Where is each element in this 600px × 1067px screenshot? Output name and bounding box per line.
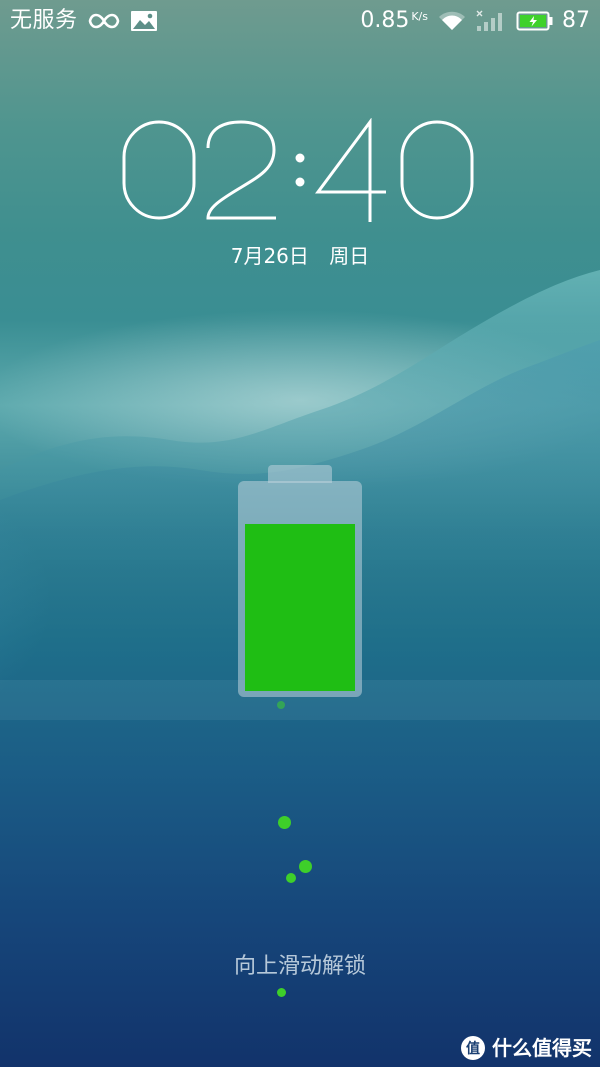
smzdm-logo-icon: 值 (460, 1035, 486, 1061)
wifi-icon (438, 10, 466, 32)
status-bar-left: 无服务 (10, 6, 158, 36)
battery-percent: 87 (562, 8, 590, 33)
image-icon (130, 10, 158, 32)
weekday-label: 周日 (329, 244, 370, 268)
network-speed-unit: K/s (411, 10, 428, 23)
date-label: 7月26日 (230, 244, 309, 268)
watermark: 值 什么值得买 (460, 1033, 592, 1063)
battery-fill-area (245, 499, 355, 691)
swipe-up-unlock-hint[interactable]: 向上滑动解锁 (0, 952, 600, 982)
watermark-text: 什么值得买 (492, 1036, 592, 1060)
status-bar-right: 0.85 K/s 87 (360, 6, 590, 36)
lockscreen-clock (0, 118, 600, 230)
charge-bubble (299, 860, 312, 873)
charge-bubble (286, 873, 296, 883)
network-speed: 0.85 K/s (360, 6, 428, 36)
infinity-icon (88, 12, 120, 30)
battery-fill-level (245, 524, 355, 691)
status-bar: 无服务 0.85 K/s 87 (0, 0, 600, 44)
network-speed-value: 0.85 (360, 8, 410, 33)
signal-bars-icon (476, 10, 506, 32)
battery-charging-icon (516, 10, 554, 32)
charge-bubble (277, 701, 285, 709)
charging-battery (238, 465, 362, 697)
clock-digits (122, 118, 474, 222)
charge-bubble (277, 988, 286, 997)
date-row: 7月26日 周日 (0, 242, 600, 270)
svg-text:值: 值 (466, 1040, 480, 1057)
charge-bubble (278, 816, 291, 829)
carrier-label: 无服务 (10, 8, 78, 33)
